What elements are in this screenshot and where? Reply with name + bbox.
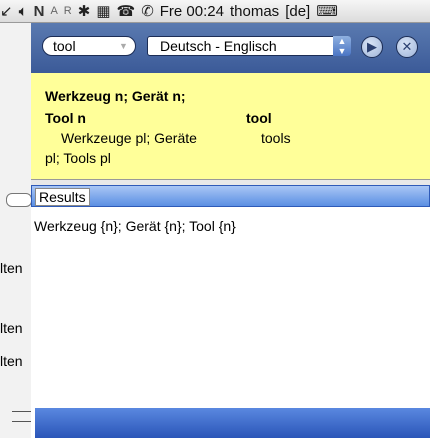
divider [12, 421, 32, 422]
bluetooth-icon[interactable]: ✱ [78, 2, 91, 20]
definition-line-1: Werkzeug n; Gerät n; [45, 88, 186, 104]
user-name[interactable]: thomas [230, 3, 279, 20]
clear-search-icon[interactable]: ▼ [119, 41, 129, 51]
definition-line-3-right: tools [261, 130, 291, 146]
menu-arrow-icon[interactable]: ↙ [0, 2, 13, 20]
background-label-1: lten [0, 260, 23, 276]
menubar-letter-a[interactable]: A [50, 5, 57, 17]
definition-line-3-left: Werkzeuge pl; Geräte [61, 130, 197, 146]
lookup-button[interactable]: ▶ [361, 36, 383, 58]
menubar-letter-r[interactable]: R [64, 5, 72, 17]
phone-icon[interactable]: ✆ [141, 2, 154, 20]
results-tab[interactable]: Results [35, 188, 90, 206]
definition-line-1-text: Werkzeug n; Gerät n; [45, 88, 186, 104]
dictionary-window: tool ▼ Deutsch - Englisch ▲ ▼ ▶ ✕ Werkzeu… [31, 23, 430, 438]
definition-line-4: pl; Tools pl [45, 150, 111, 166]
background-label-2: lten [0, 320, 23, 336]
search-input[interactable]: tool ▼ [42, 36, 136, 56]
definition-panel: Werkzeug n; Gerät n; Tool n tool Werkzeu… [31, 73, 430, 179]
results-line[interactable]: Werkzeug {n}; Gerät {n}; Tool {n} [34, 218, 236, 234]
clock[interactable]: Fre 00:24 [160, 3, 224, 20]
background-label-3: lten [0, 353, 23, 369]
search-input-value[interactable]: tool [53, 38, 76, 54]
results-header: Results [31, 185, 430, 207]
background-window-strip: lten lten lten [0, 23, 32, 438]
lookup-icon: ▶ [367, 39, 377, 54]
close-icon: ✕ [401, 39, 413, 54]
keyboard-icon[interactable]: ⌨ [316, 2, 338, 20]
select-arrows-icon[interactable]: ▲ ▼ [333, 36, 351, 56]
definition-line-2-right: tool [246, 110, 272, 126]
menubar-letter-n[interactable]: N [34, 3, 45, 20]
direction-select[interactable]: Deutsch - Englisch ▲ ▼ [147, 36, 351, 56]
definition-line-2-left-text: Tool n [45, 110, 86, 126]
background-button[interactable] [6, 193, 32, 207]
menubar: ↙ 🔈︎ N A R ✱ ▦ ☎ ✆ Fre 00:24 thomas [de]… [0, 0, 430, 23]
definition-line-2-right-text: tool [246, 110, 272, 126]
definition-line-2-left: Tool n [45, 110, 86, 126]
toolbar: tool ▼ Deutsch - Englisch ▲ ▼ ▶ ✕ [31, 23, 430, 74]
bottom-bar [35, 408, 430, 438]
calendar-icon[interactable]: ▦ [96, 2, 110, 20]
network-icon[interactable]: ☎ [117, 2, 136, 20]
close-button[interactable]: ✕ [396, 36, 418, 58]
language-indicator[interactable]: [de] [285, 3, 310, 20]
divider [12, 411, 32, 412]
volume-icon[interactable]: 🔈︎ [19, 3, 28, 20]
direction-select-value: Deutsch - Englisch [160, 38, 277, 54]
